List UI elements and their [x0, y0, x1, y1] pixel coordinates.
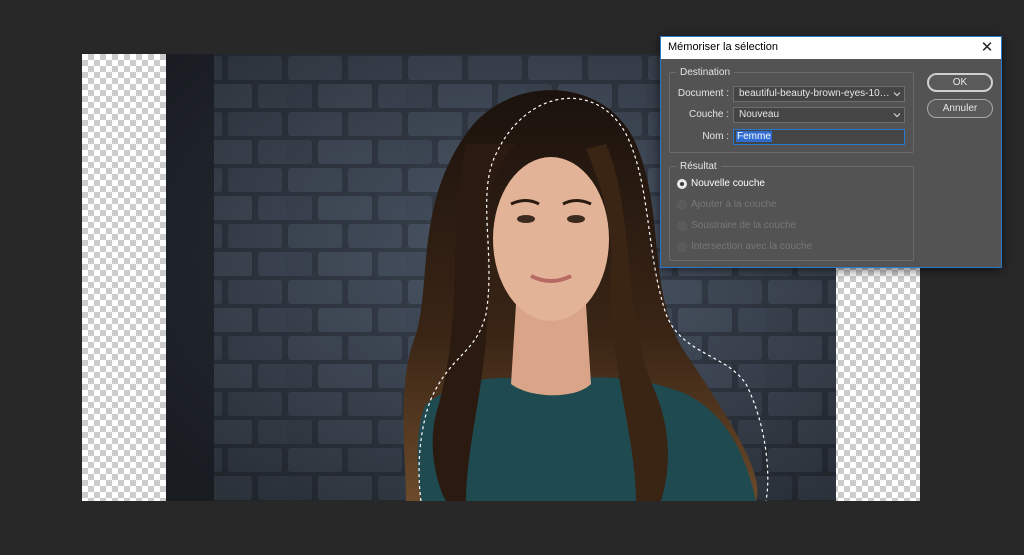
option-label: Nouvelle couche	[691, 178, 765, 189]
document-select-value: beautiful-beauty-brown-eyes-1065...	[739, 88, 900, 99]
radio-unselected	[677, 221, 687, 231]
destination-legend: Destination	[680, 67, 731, 78]
document-label: Document :	[677, 88, 729, 99]
dialog-titlebar: Mémoriser la sélection ✕	[661, 37, 1001, 59]
option-label: Soustraire de la couche	[691, 220, 797, 231]
document-select[interactable]: beautiful-beauty-brown-eyes-1065...	[733, 86, 905, 102]
channel-select[interactable]: Nouveau	[733, 107, 905, 123]
radio-unselected	[677, 242, 687, 252]
cancel-button[interactable]: Annuler	[927, 99, 993, 118]
name-input[interactable]: Femme	[733, 129, 905, 145]
dialog-title: Mémoriser la sélection	[668, 41, 779, 53]
radio-unselected	[677, 200, 687, 210]
chevron-down-icon	[893, 92, 901, 97]
close-icon[interactable]: ✕	[979, 39, 995, 55]
name-input-value: Femme	[736, 131, 772, 142]
option-label: Ajouter à la couche	[691, 199, 777, 210]
channel-label: Couche :	[688, 109, 729, 120]
save-selection-dialog: Mémoriser la sélection ✕ Destination Doc…	[660, 36, 1002, 268]
ok-button[interactable]: OK	[927, 73, 993, 92]
radio-selected	[677, 179, 687, 189]
result-legend: Résultat	[680, 161, 717, 172]
option-label: Intersection avec la couche	[691, 241, 813, 252]
name-label: Nom :	[702, 131, 729, 142]
chevron-down-icon	[893, 113, 901, 118]
channel-select-value: Nouveau	[739, 109, 780, 120]
workspace: Mémoriser la sélection ✕ Destination Doc…	[0, 0, 1024, 555]
